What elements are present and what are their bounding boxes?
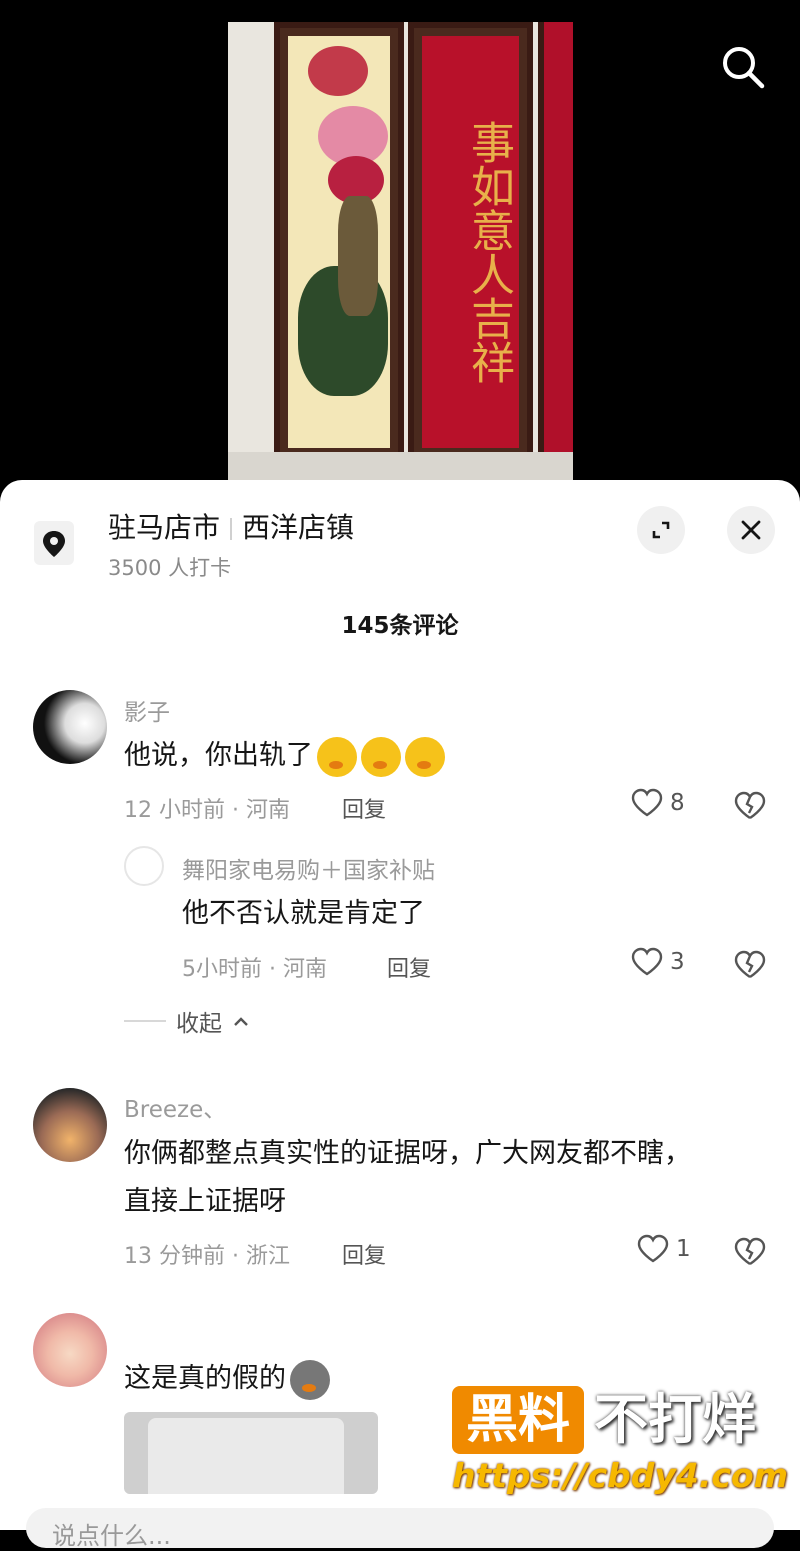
location-pin-icon[interactable] (34, 521, 74, 565)
like-count: 1 (676, 1236, 691, 1262)
comment-username[interactable]: Breeze、 (124, 1090, 226, 1124)
avatar[interactable] (33, 1088, 107, 1162)
close-icon (741, 520, 761, 540)
reply-button[interactable]: 回复 (342, 792, 386, 824)
comment-text-body: 他说，你出轨了 (124, 740, 313, 771)
reply-button[interactable]: 回复 (387, 951, 431, 983)
peony-painting (274, 22, 404, 462)
cat-emoji-icon (290, 1359, 330, 1400)
heart-icon (631, 788, 663, 817)
red-couplet: 事如意人吉祥 (408, 22, 533, 462)
checkin-count: 3500 人打卡 (108, 556, 232, 580)
expand-button[interactable] (637, 506, 685, 554)
reply-button[interactable]: 回复 (342, 1238, 386, 1270)
location-city: 驻马店市 (108, 511, 221, 544)
kiss-emoji-icon (317, 736, 357, 777)
heart-icon (637, 1234, 669, 1263)
phone-screenshot (148, 1418, 344, 1494)
reply-meta: 5小时前 · 河南 (182, 957, 327, 982)
chevron-up-icon (234, 1017, 248, 1026)
comment-text-line1: 你俩都整点真实性的证据呀，广大网友都不瞎， (124, 1138, 691, 1169)
location-title[interactable]: 驻马店市 西洋店镇 (108, 506, 354, 546)
comment-text-body: 这是真的假的 (124, 1363, 286, 1394)
location-town: 西洋店镇 (242, 511, 355, 544)
comment-meta: 13 分钟前 · 浙江 (124, 1244, 290, 1269)
comment-image[interactable] (124, 1412, 378, 1494)
collapse-line (124, 1020, 166, 1022)
search-icon[interactable] (718, 42, 768, 92)
like-count: 8 (670, 790, 685, 816)
watermark-url: https://cbdy4.com (452, 1456, 789, 1495)
heart-icon (631, 947, 663, 976)
watermark-badge: 黑料 (452, 1386, 584, 1454)
like-count: 3 (670, 949, 685, 975)
floor (228, 452, 573, 480)
comment-text: 他说，你出轨了 (124, 732, 445, 780)
comment-text: 这是真的假的 (124, 1355, 330, 1403)
expand-icon (652, 521, 670, 539)
kiss-emoji-icon (405, 736, 445, 777)
broken-heart-icon[interactable] (733, 790, 767, 822)
like-button[interactable]: 3 (630, 947, 685, 977)
comment-text-line2: 直接上证据呀 (124, 1186, 286, 1217)
video-player[interactable]: 事如意人吉祥 (0, 0, 800, 500)
avatar[interactable] (33, 690, 107, 764)
watermark-text: 不打烊 (594, 1388, 756, 1451)
comment-username[interactable]: 影子 (124, 693, 170, 727)
broken-heart-icon[interactable] (733, 1236, 767, 1268)
location-divider (230, 518, 233, 540)
reply-username[interactable]: 舞阳家电易购＋国家补贴 (182, 851, 435, 885)
avatar[interactable] (33, 1313, 107, 1387)
close-button[interactable] (727, 506, 775, 554)
reply-text: 他不否认就是肯定了 (182, 898, 425, 929)
couplet-text: 事如意人吉祥 (463, 120, 514, 384)
kiss-emoji-icon (361, 736, 401, 777)
collapse-replies-button[interactable]: 收起 (124, 1004, 250, 1038)
red-panel (538, 22, 573, 462)
like-button[interactable]: 8 (630, 788, 685, 818)
like-button[interactable]: 1 (636, 1234, 691, 1264)
comment-input-placeholder: 说点什么... (52, 1522, 171, 1550)
avatar[interactable] (124, 846, 164, 886)
comment-count: 145条评论 (341, 613, 459, 639)
broken-heart-icon[interactable] (733, 949, 767, 981)
video-frame: 事如意人吉祥 (228, 22, 573, 480)
comment-meta: 12 小时前 · 河南 (124, 798, 290, 823)
collapse-label: 收起 (176, 1011, 222, 1037)
